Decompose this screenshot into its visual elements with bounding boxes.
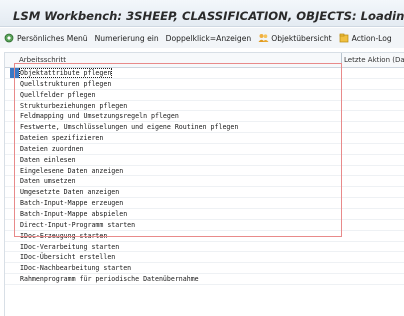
- tree-row-label: Direct-Input-Programm starten: [20, 220, 136, 229]
- row-selection-marker[interactable]: [10, 263, 19, 273]
- row-selection-marker[interactable]: [10, 231, 19, 241]
- tree-row-label: Festwerte, Umschlüsselungen und eigene R…: [20, 123, 239, 132]
- row-selection-marker[interactable]: [10, 166, 19, 176]
- doubleclick-display-label: Doppelklick=Anzeigen: [165, 33, 252, 43]
- tree-row[interactable]: IDoc-Übersicht erstellen: [5, 252, 404, 264]
- tree-row[interactable]: Daten einlesen: [5, 155, 404, 166]
- row-selection-marker[interactable]: [10, 144, 19, 154]
- tree-row[interactable]: IDoc-Erzeugung starten: [5, 231, 404, 242]
- tree-row[interactable]: Batch-Input-Mappe abspielen: [5, 209, 404, 220]
- application-toolbar: Persönliches Menü Numerierung ein Doppel…: [0, 28, 404, 48]
- row-selection-marker[interactable]: [10, 220, 19, 230]
- work-step-tree: Arbeitsschritt Letzte Aktion (Datu Objek…: [4, 52, 404, 316]
- tree-row-label: Daten einlesen: [20, 155, 76, 164]
- object-overview-icon: [258, 33, 269, 43]
- tree-row-label: IDoc-Erzeugung starten: [20, 231, 108, 240]
- action-log-icon: [339, 33, 349, 43]
- tree-row-label: Daten umsetzen: [20, 177, 76, 186]
- row-selection-marker[interactable]: [10, 101, 19, 111]
- column-header-last-action[interactable]: Letzte Aktion (Datu: [344, 56, 404, 64]
- row-selection-marker[interactable]: [10, 68, 19, 78]
- action-log-label: Action-Log: [351, 33, 392, 43]
- row-selection-marker[interactable]: [10, 252, 19, 262]
- tree-row-label: IDoc-Nachbearbeitung starten: [20, 264, 132, 273]
- tree-row-label: Strukturbeziehungen pflegen: [20, 101, 128, 110]
- column-header-work-step[interactable]: Arbeitsschritt: [19, 56, 66, 64]
- tree-row[interactable]: Quellfelder pflegen: [5, 90, 404, 101]
- row-selection-marker[interactable]: [10, 133, 19, 143]
- tree-row-label: Umgesetzte Daten anzeigen: [20, 188, 120, 197]
- tree-row[interactable]: Feldmapping und Umsetzungsregeln pflegen: [5, 111, 404, 123]
- tree-row[interactable]: IDoc-Verarbeitung starten: [5, 242, 404, 253]
- tree-row-label: Objektattribute pflegen: [18, 68, 113, 78]
- object-overview-button[interactable]: Objektübersicht: [258, 33, 332, 43]
- tree-row-label: Batch-Input-Mappe abspielen: [20, 209, 128, 218]
- window-title: LSM Workbench: 3SHEEP, CLASSIFICATION, O…: [13, 9, 404, 23]
- numbering-on-label: Numerierung ein: [94, 33, 159, 43]
- tree-row[interactable]: IDoc-Nachbearbeitung starten: [5, 263, 404, 275]
- tree-row[interactable]: Eingelesene Daten anzeigen: [5, 166, 404, 177]
- tree-row[interactable]: Batch-Input-Mappe erzeugen: [5, 198, 404, 209]
- row-selection-marker[interactable]: [10, 176, 19, 186]
- tree-row[interactable]: Objektattribute pflegen: [5, 68, 404, 79]
- tree-row-label: Rahmenprogramm für periodische Datenüber…: [20, 275, 199, 284]
- row-selection-marker[interactable]: [10, 155, 19, 165]
- column-header: Arbeitsschritt Letzte Aktion (Datu: [5, 53, 404, 68]
- row-selection-marker[interactable]: [10, 209, 19, 219]
- personal-menu-icon: [4, 33, 14, 43]
- row-selection-marker[interactable]: [10, 122, 19, 132]
- row-selection-marker[interactable]: [10, 111, 19, 121]
- tree-row[interactable]: Rahmenprogramm für periodische Datenüber…: [5, 274, 404, 285]
- doubleclick-display-button[interactable]: Doppelklick=Anzeigen: [166, 34, 252, 43]
- tree-row[interactable]: Quellstrukturen pflegen: [5, 79, 404, 90]
- title-bar: LSM Workbench: 3SHEEP, CLASSIFICATION, O…: [0, 0, 404, 27]
- tree-row[interactable]: Umgesetzte Daten anzeigen: [5, 187, 404, 199]
- row-selection-marker[interactable]: [10, 242, 19, 252]
- row-selection-marker[interactable]: [10, 79, 19, 89]
- row-selection-marker[interactable]: [10, 274, 19, 284]
- column-separator[interactable]: [341, 53, 342, 68]
- row-selection-marker[interactable]: [10, 187, 19, 197]
- tree-rows: Objektattribute pflegen Quellstrukturen p…: [5, 68, 404, 285]
- tree-row[interactable]: Festwerte, Umschlüsselungen und eigene R…: [5, 122, 404, 134]
- tree-row-label: IDoc-Verarbeitung starten: [20, 242, 120, 251]
- tree-row[interactable]: Dateien spezifizieren: [5, 133, 404, 144]
- tree-row[interactable]: Direct-Input-Programm starten: [5, 220, 404, 231]
- action-log-button[interactable]: Action-Log: [339, 33, 392, 43]
- tree-row-label: Dateien spezifizieren: [20, 134, 104, 143]
- row-selection-marker[interactable]: [10, 198, 19, 208]
- tree-row-label: Batch-Input-Mappe erzeugen: [20, 199, 124, 208]
- tree-row-label: Quellstrukturen pflegen: [20, 79, 112, 88]
- tree-row-label: Dateien zuordnen: [20, 144, 84, 153]
- tree-row-label: Feldmapping und Umsetzungsregeln pflegen: [20, 112, 179, 121]
- personal-menu-button[interactable]: Persönliches Menü: [4, 33, 88, 43]
- object-overview-label: Objektübersicht: [271, 33, 332, 43]
- tree-row[interactable]: Strukturbeziehungen pflegen: [5, 101, 404, 112]
- tree-row-label: Quellfelder pflegen: [20, 90, 96, 99]
- tree-row-label: IDoc-Übersicht erstellen: [20, 253, 116, 262]
- tree-row[interactable]: Daten umsetzen: [5, 176, 404, 188]
- numbering-on-button[interactable]: Numerierung ein: [95, 34, 159, 43]
- tree-row[interactable]: Dateien zuordnen: [5, 144, 404, 155]
- tree-row-label: Eingelesene Daten anzeigen: [20, 166, 124, 175]
- personal-menu-label: Persönliches Menü: [17, 33, 88, 43]
- row-selection-marker[interactable]: [10, 90, 19, 100]
